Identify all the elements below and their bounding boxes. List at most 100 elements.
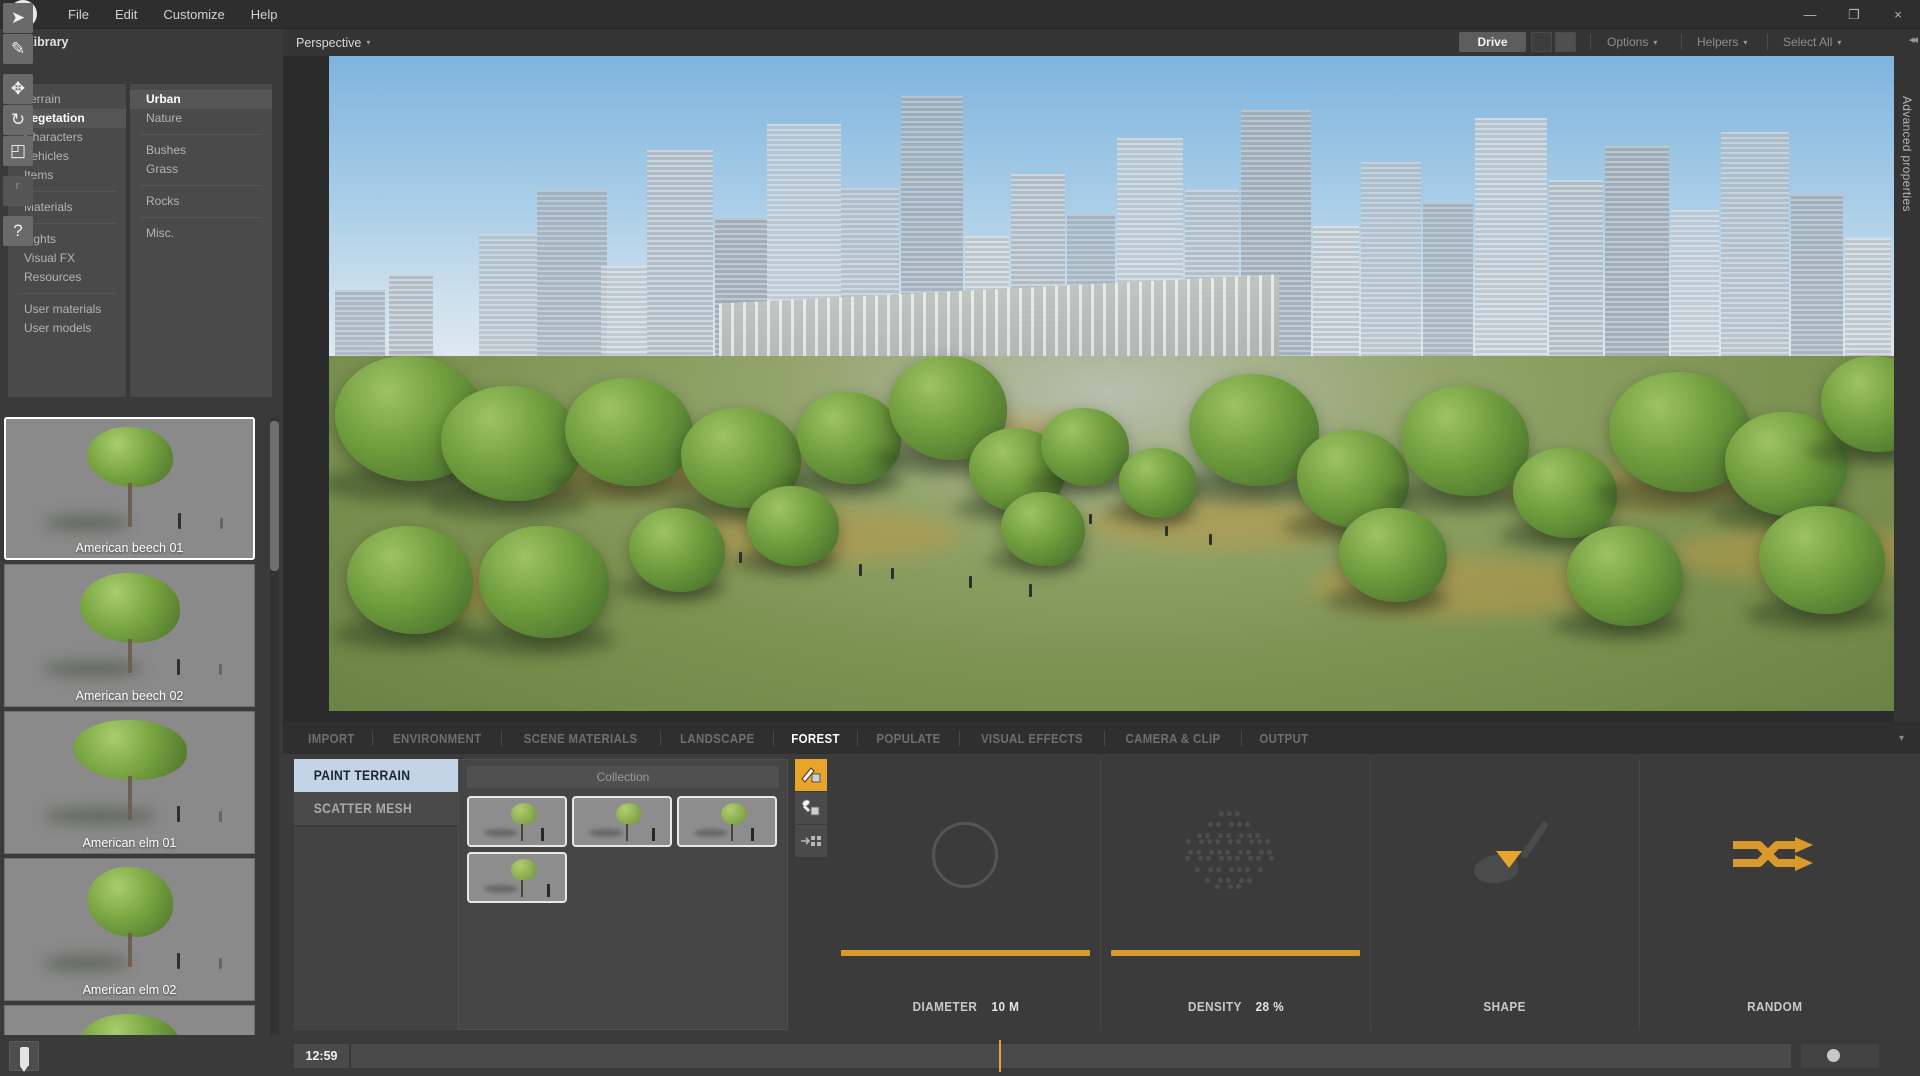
close-button[interactable]: × <box>1876 0 1920 29</box>
viewport-mode-button-1[interactable] <box>1531 32 1552 52</box>
menu-edit[interactable]: Edit <box>104 2 148 27</box>
menu-file[interactable]: File <box>57 2 100 27</box>
toolbar-gap <box>3 207 33 216</box>
library-subcategory-nature[interactable]: Nature <box>130 109 272 128</box>
slider-value-density: 28 % <box>1255 999 1284 1014</box>
slider-track-diameter[interactable] <box>841 950 1090 956</box>
sun-settings-button[interactable] <box>1801 1043 1879 1068</box>
pen-tool-icon[interactable] <box>9 1041 39 1072</box>
thumbnail-tree-trunk <box>127 483 132 527</box>
drive-button[interactable]: Drive <box>1459 32 1526 52</box>
tab-populate[interactable]: POPULATE <box>864 731 953 746</box>
help-icon[interactable]: ? <box>3 216 33 246</box>
asset-card[interactable]: American beech 02 <box>4 564 255 707</box>
asset-thumbnail-list[interactable]: American beech 01 American beech 02 Americ… <box>4 417 276 1035</box>
tab-import[interactable]: IMPORT <box>296 731 367 746</box>
tab-forest[interactable]: FOREST <box>779 731 852 746</box>
toolbar-divider-3 <box>1767 34 1768 50</box>
paint-icon[interactable]: ✎ <box>3 34 33 64</box>
move-icon[interactable]: ✥ <box>3 74 33 104</box>
time-slider-handle[interactable] <box>999 1039 1001 1072</box>
scene-figure <box>1029 584 1032 597</box>
3d-viewport[interactable] <box>329 56 1894 711</box>
thumbnail-shadow <box>44 515 130 531</box>
erase-brush-icon[interactable] <box>795 792 827 825</box>
helpers-label: Helpers <box>1697 35 1739 49</box>
library-subcategory-misc[interactable]: Misc. <box>130 224 272 243</box>
viewport-mode-button-2[interactable] <box>1555 32 1576 52</box>
minimize-button[interactable]: — <box>1788 0 1832 29</box>
collection-item-4[interactable] <box>467 852 567 903</box>
select-icon[interactable]: ➤ <box>3 3 33 33</box>
tab-camera-clip[interactable]: CAMERA & CLIP <box>1113 731 1233 746</box>
asset-card[interactable]: American elm 02 <box>4 858 255 1001</box>
asset-card[interactable] <box>4 1005 255 1035</box>
collection-item-canopy <box>616 803 643 825</box>
thumbnail-shadow <box>43 808 157 824</box>
scene-figure <box>969 576 972 588</box>
tree-instance <box>1119 448 1197 518</box>
asset-card[interactable]: American beech 01 <box>4 417 255 560</box>
mode-paint-terrain[interactable]: PAINT TERRAIN <box>294 759 465 792</box>
tab-landscape[interactable]: LANDSCAPE <box>667 731 766 746</box>
tab-environment[interactable]: ENVIRONMENT <box>381 731 494 746</box>
options-chevron-down-icon: ▾ <box>1653 37 1658 47</box>
collection-grid[interactable] <box>459 788 787 911</box>
toolbar-divider-2 <box>1681 34 1682 50</box>
thumbnail-tree-canopy <box>79 1014 180 1035</box>
library-subcategory-bushes[interactable]: Bushes <box>130 141 272 160</box>
asset-card[interactable]: American elm 01 <box>4 711 255 854</box>
tabstrip-collapse-icon[interactable]: ▾ <box>1899 733 1904 744</box>
array-icon[interactable] <box>795 825 827 858</box>
library-category-user-models[interactable]: User models <box>8 319 126 338</box>
library-category-visual-fx[interactable]: Visual FX <box>8 249 126 268</box>
menu-help[interactable]: Help <box>240 2 289 27</box>
context-icon[interactable]: ⸢ <box>3 176 33 206</box>
slider-cell-random[interactable]: RANDOM <box>1640 759 1909 1030</box>
library-panel: ◂◂ Library TerrainVegetationCharactersVe… <box>0 29 283 1035</box>
time-of-day-value[interactable]: 12:59 <box>294 1043 349 1068</box>
forest-mode-panel-filler <box>294 827 484 1030</box>
advanced-properties-panel[interactable]: Advanced properties <box>1894 56 1920 722</box>
rotate-icon[interactable]: ↻ <box>3 105 33 135</box>
library-subcategory-grass[interactable]: Grass <box>130 160 272 179</box>
thumbnail-scale-figure <box>177 806 180 822</box>
collection-item-canopy <box>721 803 748 825</box>
scale-icon[interactable]: ◰ <box>3 136 33 166</box>
tab-output[interactable]: OUTPUT <box>1247 731 1321 746</box>
tab-visual-effects[interactable]: VISUAL EFFECTS <box>969 731 1096 746</box>
library-secondary-categories: Urban Nature Bushes Grass Rocks Misc. <box>130 84 272 397</box>
mode-scatter-mesh[interactable]: SCATTER MESH <box>294 792 465 825</box>
select-all-dropdown[interactable]: Select All ▾ <box>1783 35 1841 49</box>
thumbnail-tree-canopy <box>79 573 180 643</box>
menu-customize[interactable]: Customize <box>152 2 235 27</box>
time-of-day-slider[interactable] <box>351 1039 1791 1072</box>
library-subcategory-urban[interactable]: Urban <box>130 90 272 109</box>
collection-item-3[interactable] <box>677 796 777 847</box>
slider-cell-density[interactable]: DENSITY 28 % <box>1101 759 1371 1030</box>
slider-track-density[interactable] <box>1110 950 1360 956</box>
camera-mode-label[interactable]: Perspective <box>296 36 361 50</box>
thumbnail-scale-figure-2 <box>219 664 222 675</box>
collection-item-1[interactable] <box>467 796 567 847</box>
options-dropdown[interactable]: Options ▾ <box>1607 35 1657 49</box>
tab-divider <box>1104 730 1106 746</box>
place-brush-icon[interactable] <box>795 759 827 792</box>
brush-parameter-sliders: DIAMETER 10 M DENSITY 28 % SHAPE RANDOM <box>831 759 1909 1030</box>
advanced-properties-collapse-icon[interactable]: ◂◂ <box>1909 33 1918 46</box>
tab-scene-materials[interactable]: SCENE MATERIALS <box>512 731 650 746</box>
helpers-dropdown[interactable]: Helpers ▾ <box>1697 35 1747 49</box>
library-category-user-materials[interactable]: User materials <box>8 300 126 319</box>
library-subcategory-rocks[interactable]: Rocks <box>130 192 272 211</box>
slider-cell-diameter[interactable]: DIAMETER 10 M <box>831 759 1101 1030</box>
toolbar-divider <box>1590 34 1591 50</box>
collection-item-canopy <box>511 859 538 881</box>
slider-cell-shape[interactable]: SHAPE <box>1371 759 1641 1030</box>
restore-button[interactable]: ❐ <box>1832 0 1876 29</box>
camera-mode-chevron-down-icon[interactable]: ▾ <box>366 38 370 47</box>
asset-list-scrollbar-thumb[interactable] <box>270 421 279 571</box>
tab-divider <box>1241 730 1243 746</box>
library-category-resources[interactable]: Resources <box>8 268 126 287</box>
collection-item-2[interactable] <box>572 796 672 847</box>
thumbnail-tree-canopy <box>72 720 187 780</box>
